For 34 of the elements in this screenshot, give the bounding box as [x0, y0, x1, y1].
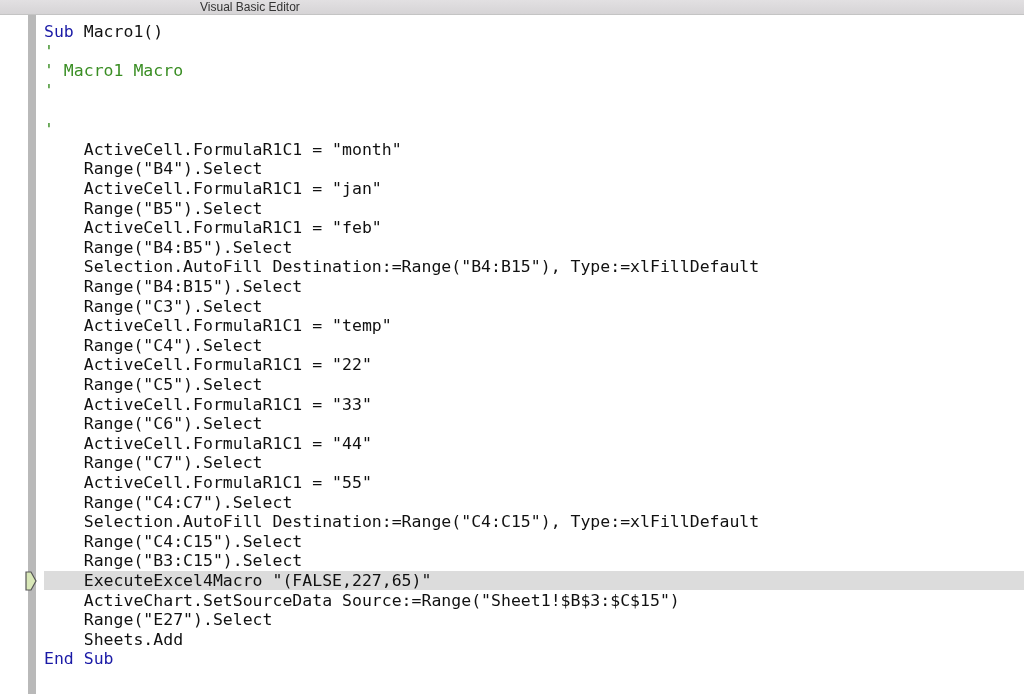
code-line: ActiveCell.FormulaR1C1 = "55" — [82, 472, 372, 492]
code-line: Range("B4:B15").Select — [82, 277, 303, 296]
code-line: ActiveCell.FormulaR1C1 = "temp" — [82, 316, 392, 336]
code-line: Range("B5").Select — [82, 198, 263, 218]
code-line: Selection.AutoFill Destination:=Range("B4:B15"), Type:=xlFillDefault — [82, 257, 760, 277]
comment-line: ' — [44, 81, 54, 101]
code-line: Range("B3:C15").Select — [82, 551, 303, 571]
code-line: Range("C4:C15").Select — [82, 531, 303, 551]
comment-line: ' — [44, 120, 54, 140]
code-line: Range("B4").Select — [82, 159, 263, 179]
code-line: Range("B4:B5").Select — [82, 237, 293, 257]
comment-line: ' Macro1 Macro — [44, 61, 184, 81]
comment-line: ' — [44, 41, 54, 61]
code-line: Selection.AutoFill Destination:=Range("C4:C15"), Type:=xlFillDefault — [82, 512, 760, 532]
code-line: ActiveCell.FormulaR1C1 = "44" — [82, 433, 372, 453]
code-line: ActiveCell.FormulaR1C1 = "month" — [82, 139, 402, 159]
code-line: Range("C3").Select — [82, 296, 263, 316]
window-title: Visual Basic Editor — [200, 0, 300, 14]
code-line: Range("E27").Select — [82, 610, 273, 630]
code-line: ActiveCell.FormulaR1C1 = "22" — [82, 355, 372, 375]
code-line: Range("C7").Select — [82, 453, 263, 473]
code-line: Sheets.Add — [82, 629, 184, 649]
code-line: ActiveCell.FormulaR1C1 = "jan" — [82, 179, 382, 199]
code-line: Range("C4").Select — [82, 335, 263, 355]
code-line: ActiveCell.FormulaR1C1 = "33" — [82, 394, 372, 414]
execution-pointer-icon — [25, 570, 37, 591]
code-line: ActiveChart.SetSourceData Source:=Range("Sheet1!$B$3:$C$15") — [82, 590, 680, 610]
code-line: Range("C4:C7").Select — [82, 492, 293, 512]
code-line: End Sub — [44, 649, 114, 669]
code-line: Range("C5").Select — [82, 375, 263, 394]
code-line: ExecuteExcel4Macro "(FALSE,227,65)" — [82, 570, 432, 590]
code-line: Sub Macro1() — [44, 22, 164, 42]
code-line: ActiveCell.FormulaR1C1 = "feb" — [82, 218, 382, 238]
code-line: Range("C6").Select — [82, 414, 263, 434]
